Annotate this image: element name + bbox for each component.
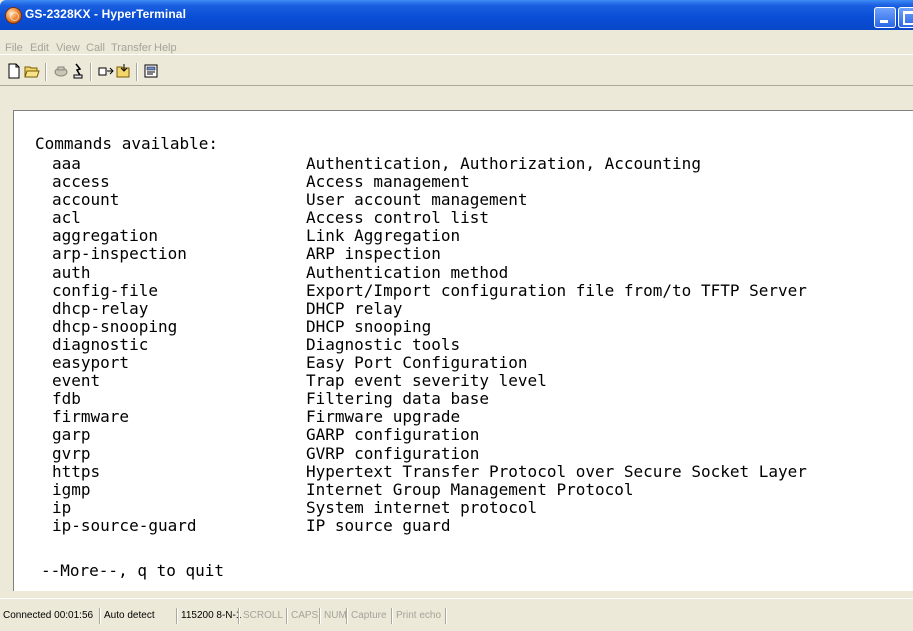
command-name: account bbox=[52, 190, 120, 210]
command-description: Diagnostic tools bbox=[306, 334, 461, 354]
command-name: https bbox=[52, 461, 101, 481]
title-bar[interactable]: GS-2328KX - HyperTerminal bbox=[0, 0, 913, 30]
status-connected: Connected 00:01:56 bbox=[3, 610, 94, 621]
command-description: GARP configuration bbox=[306, 425, 480, 445]
command-description: Trap event severity level bbox=[306, 371, 547, 391]
command-description: Filtering data base bbox=[306, 389, 490, 409]
command-name: aaa bbox=[52, 154, 81, 173]
menu-help[interactable]: Help bbox=[154, 42, 177, 54]
status-capture: Capture bbox=[346, 608, 387, 624]
command-description: DHCP relay bbox=[306, 298, 403, 318]
command-description: User account management bbox=[306, 190, 528, 210]
menu-bar: File Edit View Call Transfer Help bbox=[0, 30, 913, 54]
command-name: auth bbox=[52, 262, 91, 282]
status-divider bbox=[445, 608, 450, 624]
command-name: garp bbox=[52, 425, 91, 445]
toolbar-separator bbox=[90, 63, 92, 81]
command-description: Easy Port Configuration bbox=[306, 353, 528, 373]
status-scroll: SCROLL bbox=[238, 608, 283, 624]
new-connection-icon[interactable] bbox=[6, 63, 22, 79]
command-name: config-file bbox=[52, 280, 158, 300]
command-name: dhcp-snooping bbox=[52, 316, 178, 336]
menu-file[interactable]: File bbox=[5, 42, 23, 54]
menu-call[interactable]: Call bbox=[86, 42, 105, 54]
open-icon[interactable] bbox=[24, 63, 40, 79]
command-description: Hypertext Transfer Protocol over Secure … bbox=[306, 461, 807, 481]
command-description: Authentication method bbox=[306, 262, 509, 282]
command-description: Internet Group Management Protocol bbox=[306, 479, 634, 499]
status-num: NUM bbox=[319, 608, 347, 624]
toolbar-separator bbox=[45, 63, 47, 81]
command-name: ip-source-guard bbox=[52, 515, 197, 535]
status-detect: Auto detect bbox=[99, 608, 155, 624]
command-name: aggregation bbox=[52, 226, 158, 246]
dial-icon[interactable] bbox=[71, 63, 87, 79]
command-description: GVRP configuration bbox=[306, 443, 480, 463]
hyperterminal-window: GS-2328KX - HyperTerminal File Edit View… bbox=[0, 0, 913, 631]
command-name: arp-inspection bbox=[52, 244, 187, 264]
maximize-button[interactable] bbox=[898, 7, 913, 28]
send-icon[interactable] bbox=[98, 63, 114, 79]
command-name: igmp bbox=[52, 479, 91, 499]
command-description: Authentication, Authorization, Accountin… bbox=[306, 154, 701, 173]
command-description: DHCP snooping bbox=[306, 316, 432, 336]
command-description: Access control list bbox=[306, 208, 490, 228]
command-name: access bbox=[52, 172, 110, 192]
menu-transfer[interactable]: Transfer bbox=[111, 42, 152, 54]
commands-header: Commands available: bbox=[35, 134, 219, 153]
command-name: firmware bbox=[52, 407, 130, 427]
command-description: Export/Import configuration file from/to… bbox=[306, 280, 807, 300]
command-description: Firmware upgrade bbox=[306, 407, 461, 427]
status-caps: CAPS bbox=[286, 608, 318, 624]
command-description: ARP inspection bbox=[306, 244, 441, 264]
window-title: GS-2328KX - HyperTerminal bbox=[25, 7, 187, 21]
status-settings: 115200 8-N-1 bbox=[176, 608, 241, 624]
menu-edit[interactable]: Edit bbox=[30, 42, 49, 54]
command-description: Access management bbox=[306, 172, 470, 192]
receive-icon[interactable] bbox=[116, 63, 132, 79]
command-name: gvrp bbox=[52, 443, 91, 463]
command-name: event bbox=[52, 371, 101, 391]
command-name: fdb bbox=[52, 389, 81, 409]
command-name: ip bbox=[52, 497, 72, 517]
command-name: easyport bbox=[52, 353, 130, 373]
status-print-echo: Print echo bbox=[391, 608, 441, 624]
minimize-icon bbox=[880, 20, 888, 23]
toolbar-separator bbox=[136, 63, 138, 81]
command-name: dhcp-relay bbox=[52, 298, 149, 318]
disconnect-icon[interactable] bbox=[53, 63, 69, 79]
more-prompt: --More--, q to quit bbox=[41, 561, 225, 580]
maximize-icon bbox=[903, 11, 913, 25]
toolbar bbox=[0, 54, 913, 86]
status-bar: Connected 00:01:56 Auto detect 115200 8-… bbox=[0, 598, 913, 631]
command-description: Link Aggregation bbox=[306, 226, 461, 246]
properties-icon[interactable] bbox=[143, 63, 159, 79]
menu-view[interactable]: View bbox=[56, 42, 80, 54]
command-description: System internet protocol bbox=[306, 497, 538, 517]
command-description: IP source guard bbox=[306, 515, 451, 535]
hyperterminal-app-icon[interactable] bbox=[6, 8, 21, 23]
command-name: diagnostic bbox=[52, 334, 149, 354]
minimize-button[interactable] bbox=[874, 7, 896, 28]
command-name: acl bbox=[52, 208, 81, 228]
